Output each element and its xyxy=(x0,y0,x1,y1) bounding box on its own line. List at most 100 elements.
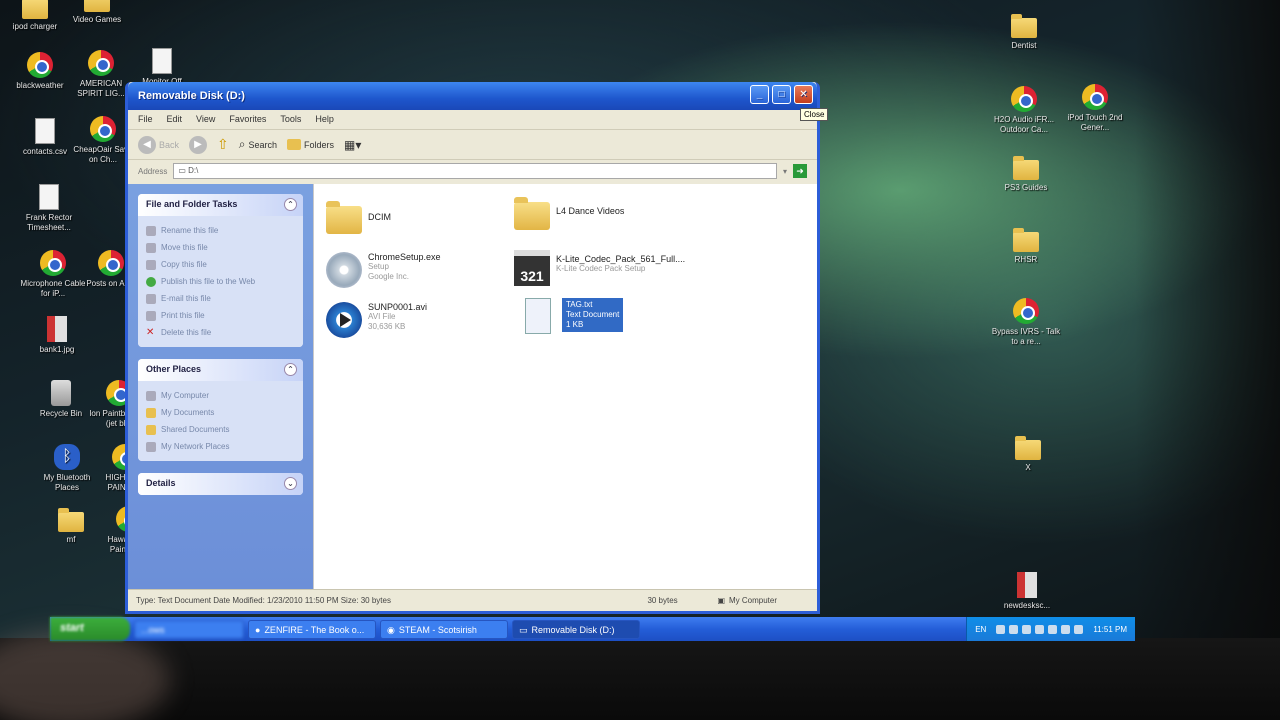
desktop-icon-bypass-ivrs[interactable]: Bypass IVRS - Talk to a re... xyxy=(991,298,1061,347)
task-print[interactable]: Print this file xyxy=(146,307,295,324)
window-title: Removable Disk (D:) xyxy=(138,90,245,102)
text-document-icon xyxy=(525,298,551,334)
status-zone: My Computer xyxy=(729,596,778,605)
search-button[interactable]: ⌕ Search xyxy=(239,137,277,152)
menu-view[interactable]: View xyxy=(196,114,215,125)
close-button[interactable]: ✕ xyxy=(794,85,813,104)
desktop-icon-ipod-charger[interactable]: ipod charger xyxy=(0,0,70,32)
menu-help[interactable]: Help xyxy=(315,114,334,125)
folders-button[interactable]: Folders xyxy=(287,139,334,150)
place-my-computer[interactable]: My Computer xyxy=(146,387,295,404)
task-email[interactable]: E-mail this file xyxy=(146,290,295,307)
tray-icon[interactable] xyxy=(1009,624,1019,634)
desktop-icon-label: Bypass IVRS - Talk to a re... xyxy=(991,327,1061,346)
file-name: L4 Dance Videos xyxy=(556,206,625,216)
close-tooltip: Close xyxy=(800,108,829,121)
desktop-icon-rhsr[interactable]: RHSR xyxy=(991,228,1061,265)
file-name: DCIM xyxy=(368,212,391,222)
address-dropdown-icon[interactable]: ▾ xyxy=(783,167,787,176)
views-icon: ▦▾ xyxy=(344,137,362,152)
task-rename[interactable]: Rename this file xyxy=(146,222,295,239)
tray-icon[interactable] xyxy=(1074,624,1084,634)
collapse-chevron-icon[interactable]: ⌃ xyxy=(284,363,297,376)
drive-icon: ▭ xyxy=(178,166,189,175)
tray-icon[interactable] xyxy=(1061,624,1071,634)
network-icon xyxy=(146,441,156,452)
maximize-button[interactable]: □ xyxy=(772,85,791,104)
expand-chevron-icon[interactable]: ⌄ xyxy=(284,477,297,490)
panel-header[interactable]: Details ⌄ xyxy=(138,473,303,495)
file-item-l4-dance-videos[interactable]: L4 Dance Videos xyxy=(514,196,704,230)
status-info: Type: Text Document Date Modified: 1/23/… xyxy=(136,596,391,605)
desktop-icon-label: contacts.csv xyxy=(22,147,67,156)
folder-icon xyxy=(326,201,362,234)
up-folder-button[interactable]: ⇧ xyxy=(217,136,229,153)
desktop-icon-label: bank1.jpg xyxy=(39,345,75,354)
task-move[interactable]: Move this file xyxy=(146,239,295,256)
back-button[interactable]: ◀ Back xyxy=(138,135,179,154)
desktop-icon-dentist[interactable]: Dentist xyxy=(989,14,1059,51)
window-titlebar[interactable]: Removable Disk (D:) _ □ ✕ xyxy=(128,82,817,110)
file-item-chromesetup[interactable]: ChromeSetup.exe Setup Google Inc. xyxy=(326,252,516,288)
file-item-tag-txt[interactable]: TAG.txt Text Document 1 KB xyxy=(520,298,710,334)
place-shared-documents[interactable]: Shared Documents xyxy=(146,421,295,438)
desktop-icon-label: Dentist xyxy=(1011,41,1037,50)
menu-file[interactable]: File xyxy=(138,114,153,125)
taskbar-task-removable-disk[interactable]: ▭ Removable Disk (D:) xyxy=(512,619,640,639)
desktop-icon-ps3-guides[interactable]: PS3 Guides xyxy=(991,156,1061,193)
panel-header[interactable]: Other Places ⌃ xyxy=(138,359,303,381)
file-item-sunp0001[interactable]: SUNP0001.avi AVI File 30,636 KB xyxy=(326,302,516,338)
desktop-icon-video-games[interactable]: Video Games xyxy=(62,0,132,25)
desktop-icon-blackweather[interactable]: blackweather xyxy=(5,52,75,91)
panel-body: Rename this file Move this file Copy thi… xyxy=(138,216,303,347)
forward-button[interactable]: ▶ xyxy=(189,135,208,154)
folder-icon xyxy=(1013,156,1039,180)
collapse-chevron-icon[interactable]: ⌃ xyxy=(284,198,297,211)
steam-icon: ◉ xyxy=(387,624,395,635)
folder-icon xyxy=(1013,228,1039,252)
desktop-icon-label: blackweather xyxy=(16,81,64,90)
tray-icon[interactable] xyxy=(1048,624,1058,634)
go-arrow-icon[interactable]: ➜ xyxy=(793,164,807,178)
start-button[interactable]: start xyxy=(50,617,130,641)
file-item-dcim[interactable]: DCIM xyxy=(326,200,516,234)
desktop-icon-x[interactable]: X xyxy=(993,436,1063,473)
file-company: Google Inc. xyxy=(368,272,409,281)
minimize-button[interactable]: _ xyxy=(750,85,769,104)
media-play-icon xyxy=(326,302,362,338)
task-publish[interactable]: Publish this file to the Web xyxy=(146,273,295,290)
desktop-icon-newdesksc[interactable]: newdesksc... xyxy=(992,572,1062,611)
task-delete[interactable]: ✕ Delete this file xyxy=(146,324,295,341)
chrome-icon xyxy=(1082,84,1108,110)
place-my-documents[interactable]: My Documents xyxy=(146,404,295,421)
file-name: TAG.txt xyxy=(564,300,595,309)
address-input[interactable]: ▭ D:\ xyxy=(173,163,777,179)
desktop-icon-timesheet[interactable]: Frank Rector Timesheet... xyxy=(14,184,84,233)
task-copy[interactable]: Copy this file xyxy=(146,256,295,273)
desktop-icon-bank1[interactable]: bank1.jpg xyxy=(22,316,92,355)
desktop-icon-ipod-touch[interactable]: iPod Touch 2nd Gener... xyxy=(1060,84,1130,133)
desktop-icon-h2o-audio[interactable]: H2O Audio iFR... Outdoor Ca... xyxy=(989,86,1059,135)
folder-icon xyxy=(146,407,156,418)
clock[interactable]: 11:51 PM xyxy=(1093,625,1127,634)
menu-edit[interactable]: Edit xyxy=(167,114,183,125)
folder-icon xyxy=(58,508,84,532)
menu-tools[interactable]: Tools xyxy=(280,114,301,125)
tray-icon[interactable] xyxy=(996,624,1006,634)
taskbar-task[interactable]: ...ows xyxy=(134,619,244,639)
menu-favorites[interactable]: Favorites xyxy=(229,114,266,125)
file-item-klite[interactable]: 321 K-Lite_Codec_Pack_561_Full.... K-Lit… xyxy=(514,250,754,286)
document-icon xyxy=(35,118,55,144)
folder-icon xyxy=(1011,14,1037,38)
language-indicator[interactable]: EN xyxy=(975,625,986,634)
file-size: 30,636 KB xyxy=(368,322,406,331)
tray-icon[interactable] xyxy=(1022,624,1032,634)
desktop-icon-label: Frank Rector Timesheet... xyxy=(25,213,73,232)
panel-header[interactable]: File and Folder Tasks ⌃ xyxy=(138,194,303,216)
taskbar-task-zenfire[interactable]: ● ZENFIRE - The Book o... xyxy=(248,619,376,639)
place-network-places[interactable]: My Network Places xyxy=(146,438,295,455)
desktop-icon-label: iPod Touch 2nd Gener... xyxy=(1067,113,1123,132)
taskbar-task-steam[interactable]: ◉ STEAM - Scotsirish xyxy=(380,619,508,639)
tray-icon[interactable] xyxy=(1035,624,1045,634)
views-button[interactable]: ▦▾ xyxy=(344,138,361,152)
